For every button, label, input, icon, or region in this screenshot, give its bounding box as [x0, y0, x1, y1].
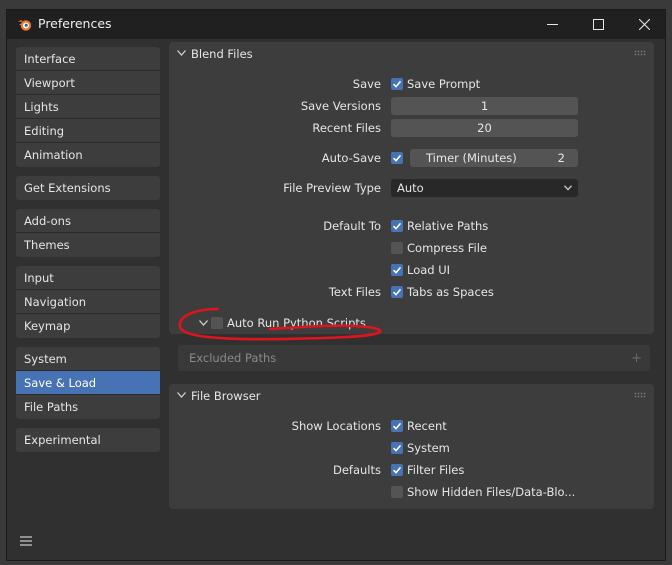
red-annotation-mark [178, 307, 382, 341]
